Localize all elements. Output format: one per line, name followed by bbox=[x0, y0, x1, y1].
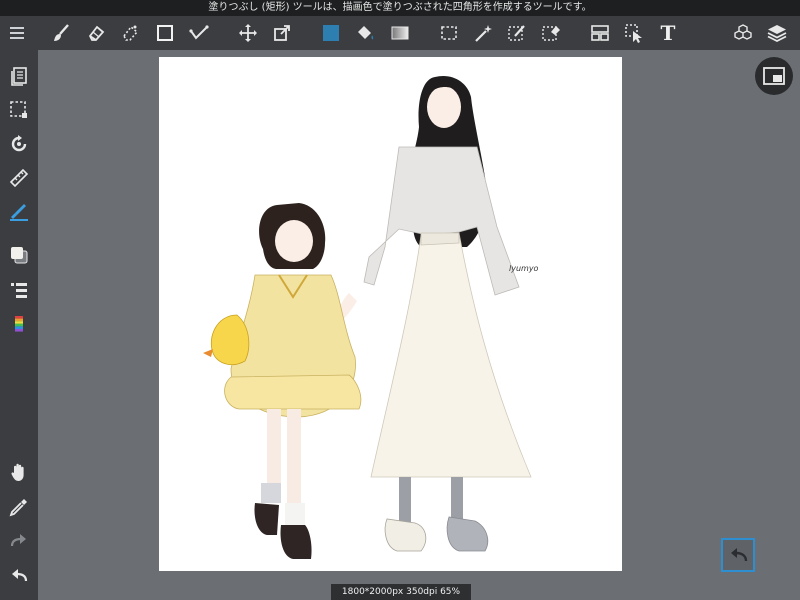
undo-icon[interactable] bbox=[7, 564, 31, 588]
brush-icon[interactable] bbox=[50, 21, 74, 45]
layer-list-icon[interactable] bbox=[7, 278, 31, 302]
operation-icon[interactable] bbox=[622, 21, 646, 45]
rectangle-fill-icon[interactable] bbox=[153, 21, 177, 45]
status-bar: 塗りつぶし (矩形) ツールは、描画色で塗りつぶされた四角形を作成するツールです… bbox=[0, 0, 800, 16]
floating-undo-button[interactable] bbox=[721, 538, 755, 572]
artist-signature: lyumyo bbox=[509, 264, 539, 273]
status-message: 塗りつぶし (矩形) ツールは、描画色で塗りつぶされた四角形を作成するツールです… bbox=[208, 2, 592, 13]
transform-icon[interactable] bbox=[270, 21, 294, 45]
select-pen-icon[interactable] bbox=[505, 21, 529, 45]
soft-eraser-icon[interactable] bbox=[118, 21, 142, 45]
bucket-icon[interactable] bbox=[353, 21, 377, 45]
woman-figure: lyumyo bbox=[336, 75, 539, 552]
artwork-canvas[interactable]: lyumyo bbox=[159, 57, 622, 571]
navigator-button[interactable] bbox=[755, 57, 793, 95]
select-eraser-icon[interactable] bbox=[539, 21, 563, 45]
eyedropper-icon[interactable] bbox=[7, 495, 31, 519]
color-swatch-icon[interactable] bbox=[319, 21, 343, 45]
navigator-icon bbox=[763, 67, 785, 85]
canvas-info-label: 1800*2000px 350dpi 65% bbox=[331, 584, 471, 600]
girl-figure bbox=[203, 203, 362, 559]
pen-icon[interactable] bbox=[7, 201, 31, 225]
ruler-icon[interactable] bbox=[7, 166, 31, 190]
rotate-icon[interactable] bbox=[7, 132, 31, 156]
color-icon[interactable] bbox=[7, 243, 31, 267]
stroke-icon[interactable] bbox=[187, 21, 211, 45]
left-sidebar bbox=[0, 50, 38, 600]
rainbow-palette-icon[interactable] bbox=[7, 312, 31, 336]
hand-icon[interactable] bbox=[7, 460, 31, 484]
menu-icon[interactable] bbox=[5, 21, 29, 45]
move-icon[interactable] bbox=[236, 21, 260, 45]
select-rect-icon[interactable] bbox=[437, 21, 461, 45]
material-icon[interactable] bbox=[731, 21, 755, 45]
selection-icon[interactable] bbox=[7, 98, 31, 122]
redo-icon[interactable] bbox=[7, 529, 31, 553]
floating-undo-icon bbox=[731, 548, 748, 562]
text-icon[interactable]: T bbox=[656, 21, 680, 45]
top-toolbar: T bbox=[0, 16, 800, 50]
gradient-icon[interactable] bbox=[388, 21, 412, 45]
eraser-icon[interactable] bbox=[84, 21, 108, 45]
magic-wand-icon[interactable] bbox=[471, 21, 495, 45]
layers-icon[interactable] bbox=[765, 21, 789, 45]
pages-icon[interactable] bbox=[7, 64, 31, 88]
frame-icon[interactable] bbox=[588, 21, 612, 45]
artwork-illustration: lyumyo bbox=[203, 75, 539, 559]
